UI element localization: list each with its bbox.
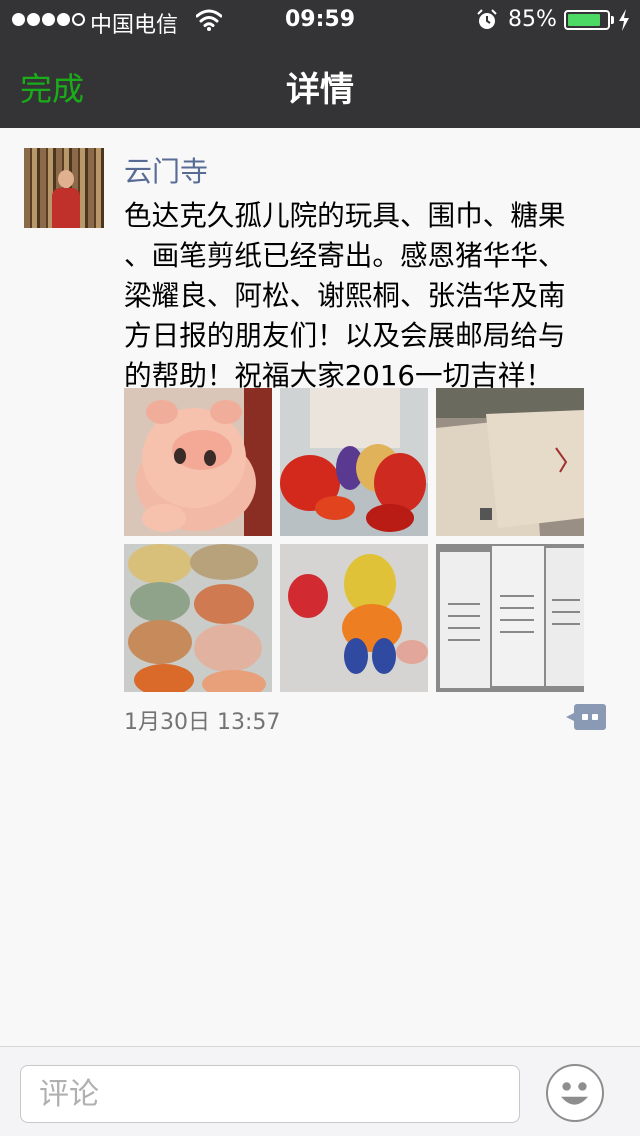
photo-thumbnail-1[interactable] [124, 388, 272, 536]
post-text-line: 方日报的朋友们！以及会展邮局给与 [124, 319, 566, 352]
smiley-icon[interactable] [546, 1064, 604, 1122]
photo-thumbnail-2[interactable] [280, 388, 428, 536]
battery-cap [611, 16, 614, 24]
header: 中国电信 09:59 85% 完成 详情 [0, 0, 640, 128]
photo-grid [124, 388, 584, 692]
photo-thumbnail-6[interactable] [436, 544, 584, 692]
post-text-line: 、画笔剪纸已经寄出。感恩猪华华、 [124, 239, 566, 272]
page-title: 详情 [286, 70, 354, 110]
photo-thumbnail-5[interactable] [280, 544, 428, 692]
battery-level [568, 14, 601, 26]
battery-percent: 85% [508, 7, 557, 32]
post-text-line: 梁耀良、阿松、谢熙桐、张浩华及南 [124, 279, 566, 312]
comment-input[interactable] [20, 1065, 520, 1123]
comment-bar [0, 1046, 640, 1136]
comment-icon[interactable] [566, 704, 606, 730]
avatar[interactable] [24, 148, 104, 228]
post-text-line: 色达克久孤儿院的玩具、围巾、糖果 [124, 199, 566, 232]
post-text: 色达克久孤儿院的玩具、围巾、糖果 、画笔剪纸已经寄出。感恩猪华华、 梁耀良、阿松… [124, 196, 616, 396]
battery-icon [564, 10, 610, 30]
post-timestamp: 1月30日 13:57 [124, 710, 281, 735]
post-username[interactable]: 云门寺 [124, 150, 208, 190]
status-bar: 中国电信 09:59 85% [0, 0, 640, 40]
alarm-icon [477, 9, 497, 29]
charging-icon [619, 9, 629, 31]
photo-thumbnail-4[interactable] [124, 544, 272, 692]
photo-thumbnail-3[interactable] [436, 388, 584, 536]
